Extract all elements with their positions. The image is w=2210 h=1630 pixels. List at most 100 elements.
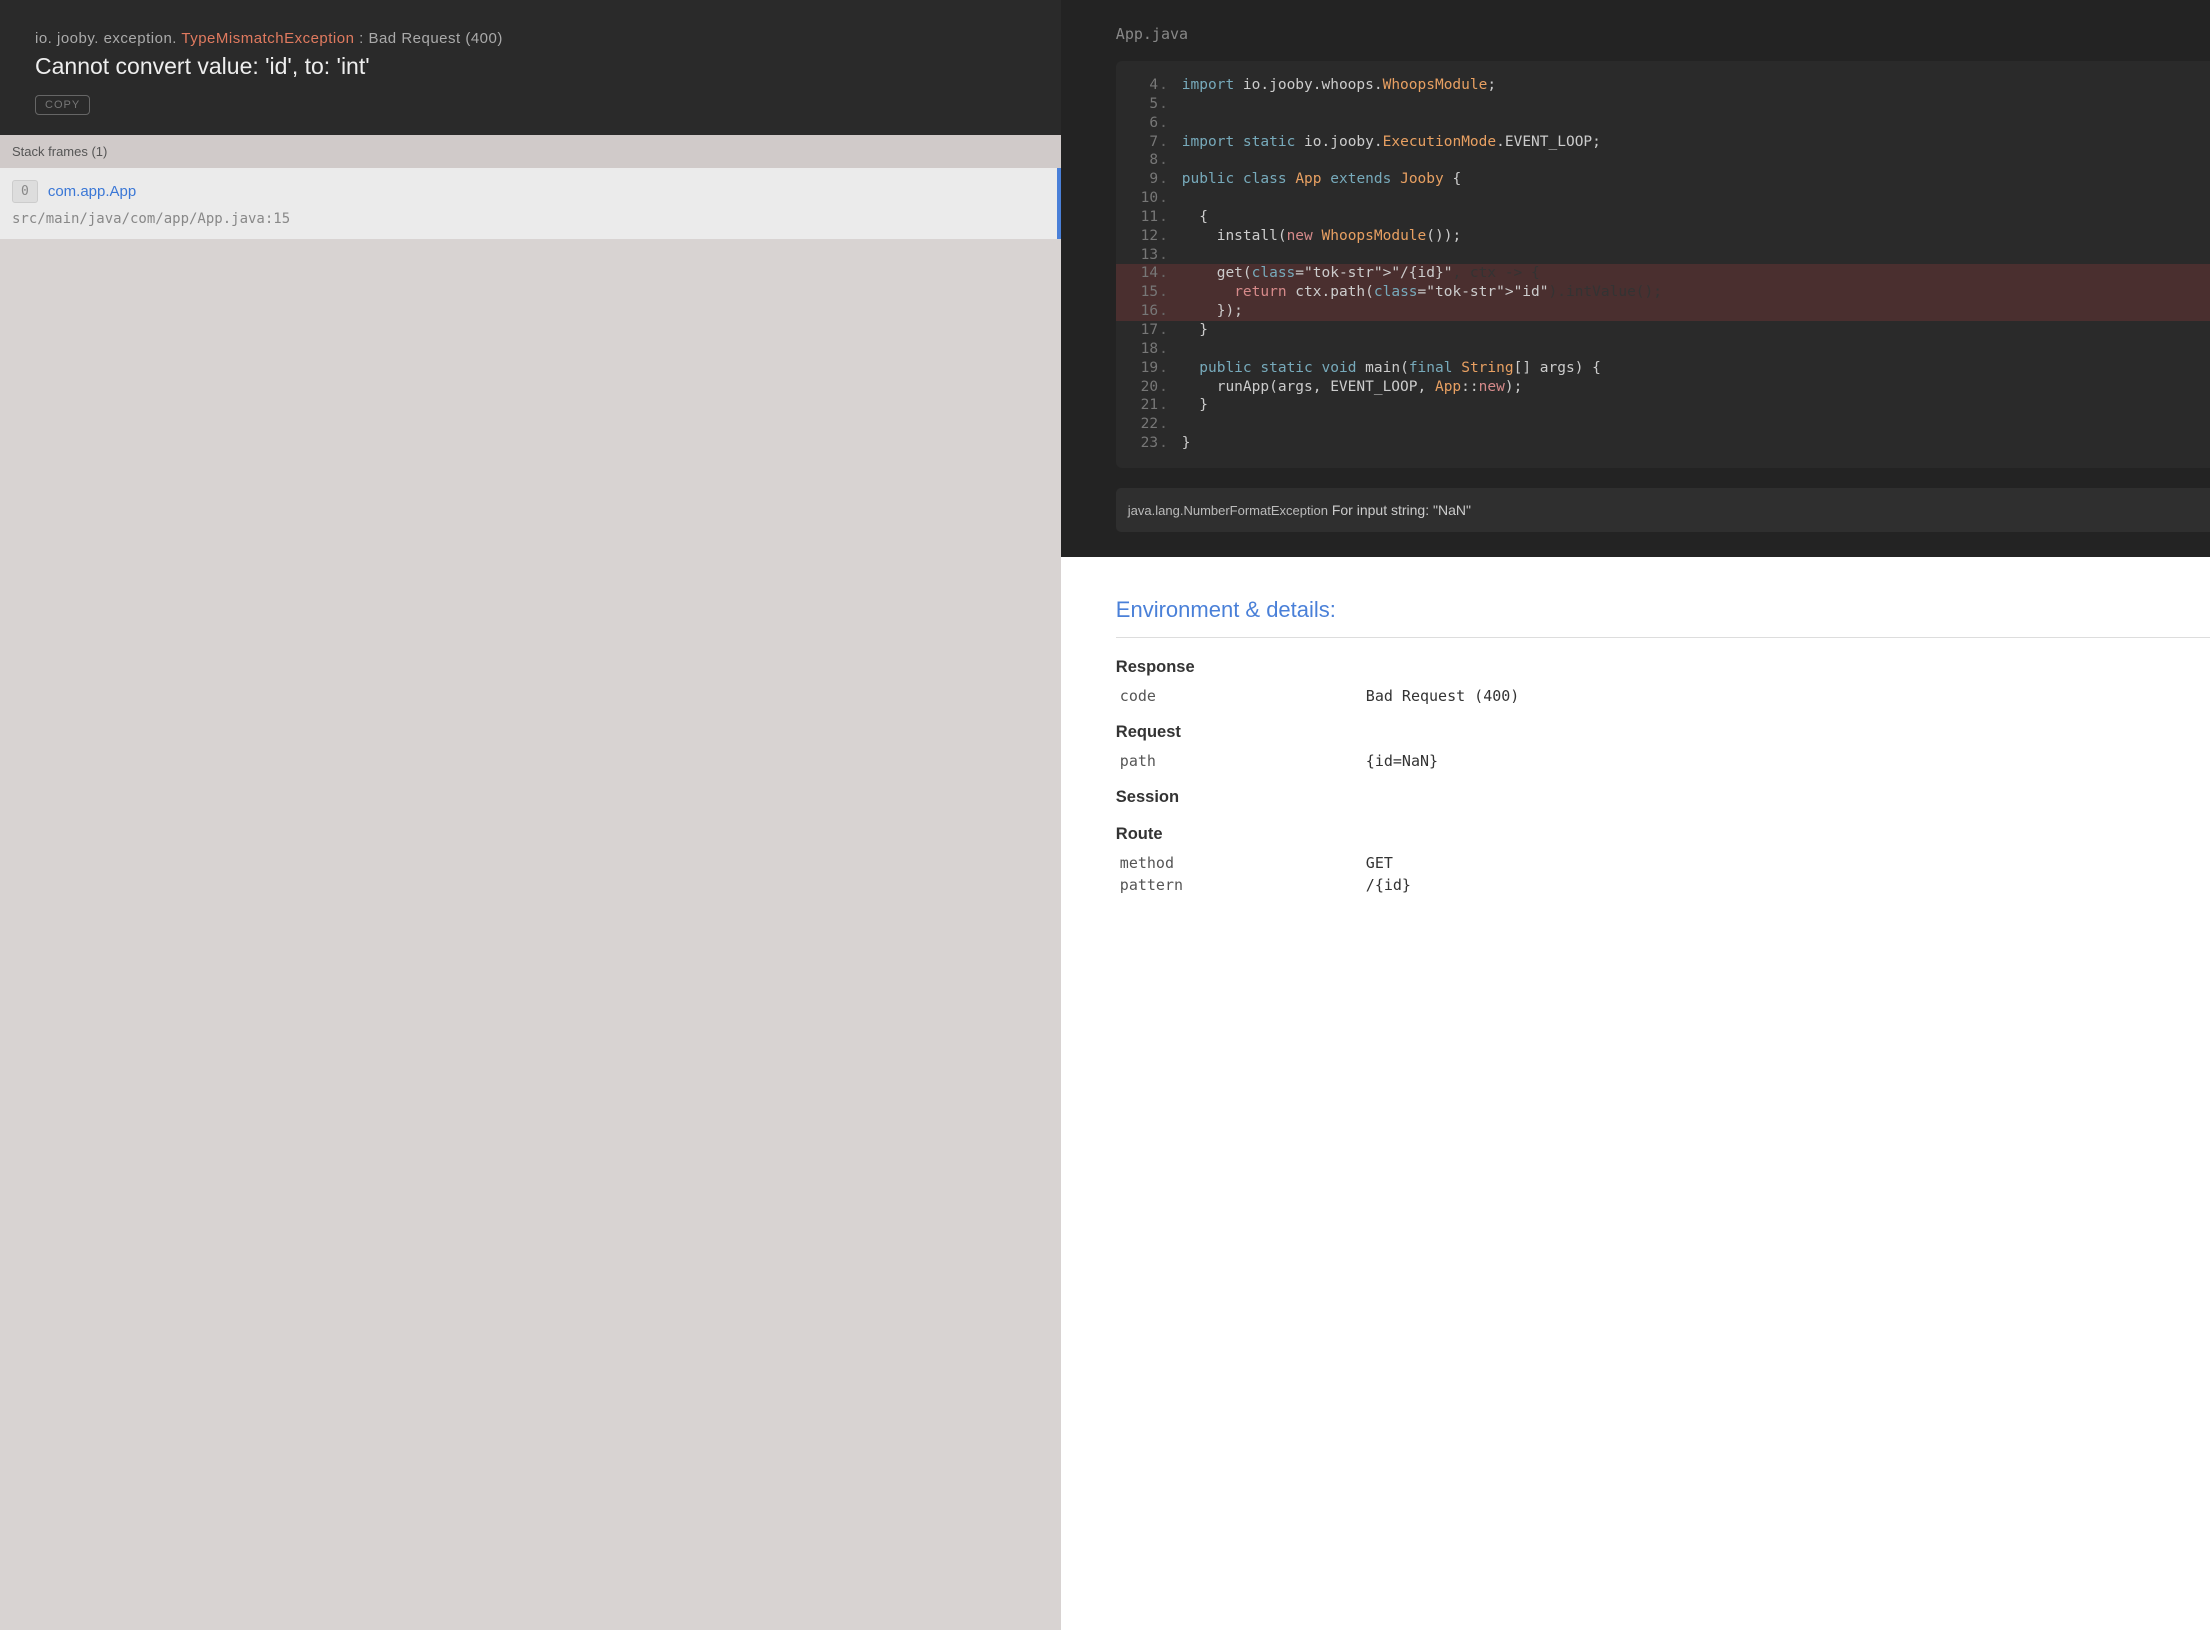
exception-package: io. jooby. exception.: [35, 30, 181, 47]
detail-row: methodGET: [1116, 854, 2210, 872]
frame-index: 0: [12, 180, 38, 203]
line-number: 6: [1116, 114, 1172, 133]
detail-value: /{id}: [1366, 876, 1411, 894]
frame-class: com.app.App: [48, 183, 136, 200]
exception-status: : Bad Request (400): [354, 30, 502, 47]
line-number: 15: [1116, 283, 1172, 302]
code-line: 15 return ctx.path(class="tok-str">"id")…: [1116, 283, 2210, 302]
detail-key: code: [1116, 687, 1366, 705]
code-content: [1172, 415, 1182, 434]
line-number: 17: [1116, 321, 1172, 340]
code-line: 18: [1116, 340, 2210, 359]
code-content: get(class="tok-str">"/{id}": [1172, 264, 1453, 283]
code-line: 21 }: [1116, 396, 2210, 415]
code-line: 8: [1116, 151, 2210, 170]
section-label: Request: [1116, 723, 2210, 742]
detail-key: pattern: [1116, 876, 1366, 894]
line-number: 9: [1116, 170, 1172, 189]
cause-class: java.lang.NumberFormatException: [1128, 503, 1328, 518]
code-line: 13: [1116, 246, 2210, 265]
code-line: 5: [1116, 95, 2210, 114]
code-content: public class App extends Jooby {: [1172, 170, 1461, 189]
line-number: 13: [1116, 246, 1172, 265]
cause-box: java.lang.NumberFormatException For inpu…: [1116, 488, 2210, 532]
code-line: 9public class App extends Jooby {: [1116, 170, 2210, 189]
details-title: Environment & details:: [1116, 597, 2210, 623]
code-content: }: [1172, 396, 1208, 415]
frames-header: Stack frames (1): [0, 135, 1061, 168]
line-number: 8: [1116, 151, 1172, 170]
line-number: 4: [1116, 76, 1172, 95]
stack-frame[interactable]: 0 com.app.App src/main/java/com/app/App.ja…: [0, 168, 1061, 239]
detail-row: codeBad Request (400): [1116, 687, 2210, 705]
exception-header: io. jooby. exception. TypeMismatchExcept…: [0, 0, 1061, 135]
code-content: public static void main(final String[] a…: [1172, 359, 1601, 378]
code-line: 10: [1116, 189, 2210, 208]
line-number: 21: [1116, 396, 1172, 415]
detail-value: Bad Request (400): [1366, 687, 1520, 705]
line-number: 18: [1116, 340, 1172, 359]
code-content: import io.jooby.whoops.WhoopsModule;: [1172, 76, 1496, 95]
code-line: 20 runApp(args, EVENT_LOOP, App::new);: [1116, 378, 2210, 397]
details-divider: [1116, 637, 2210, 638]
line-number: 23: [1116, 434, 1172, 453]
copy-button[interactable]: COPY: [35, 95, 90, 115]
line-number: 7: [1116, 133, 1172, 152]
code-line: 4import io.jooby.whoops.WhoopsModule;: [1116, 76, 2210, 95]
detail-value: {id=NaN}: [1366, 752, 1438, 770]
left-panel: io. jooby. exception. TypeMismatchExcept…: [0, 0, 1061, 1630]
cause-message: For input string: "NaN": [1328, 502, 1471, 518]
detail-value: GET: [1366, 854, 1393, 872]
code-line: 17 }: [1116, 321, 2210, 340]
line-number: 20: [1116, 378, 1172, 397]
detail-row: pattern/{id}: [1116, 876, 2210, 894]
details-area: Environment & details: Response codeBad R…: [1061, 557, 2210, 1630]
code-content: [1172, 246, 1182, 265]
code-content: });: [1172, 302, 1243, 321]
line-number: 14: [1116, 264, 1172, 283]
section-label: Response: [1116, 658, 2210, 677]
code-content: install(new WhoopsModule());: [1172, 227, 1461, 246]
code-content: [1172, 95, 1182, 114]
right-panel: App.java 4import io.jooby.whoops.WhoopsM…: [1061, 0, 2210, 1630]
line-number: 10: [1116, 189, 1172, 208]
code-line: 19 public static void main(final String[…: [1116, 359, 2210, 378]
detail-key: method: [1116, 854, 1366, 872]
code-area: App.java 4import io.jooby.whoops.WhoopsM…: [1061, 0, 2210, 557]
code-content: }: [1172, 321, 1208, 340]
section-label: Session: [1116, 788, 2210, 807]
frames-list: 0 com.app.App src/main/java/com/app/App.ja…: [0, 168, 1061, 239]
source-file: App.java: [1116, 25, 2210, 43]
code-line: 6: [1116, 114, 2210, 133]
exception-name: TypeMismatchException: [181, 30, 354, 47]
line-number: 12: [1116, 227, 1172, 246]
line-number: 22: [1116, 415, 1172, 434]
code-line: 7import static io.jooby.ExecutionMode.EV…: [1116, 133, 2210, 152]
code-line: 23}: [1116, 434, 2210, 453]
detail-key: path: [1116, 752, 1366, 770]
code-content: return ctx.path(class="tok-str">"id": [1172, 283, 1549, 302]
code-line: 22: [1116, 415, 2210, 434]
code-line: 11 {: [1116, 208, 2210, 227]
code-content: [1172, 114, 1182, 133]
code-content: }: [1172, 434, 1191, 453]
code-content: [1172, 151, 1182, 170]
detail-row: path{id=NaN}: [1116, 752, 2210, 770]
code-line: 12 install(new WhoopsModule());: [1116, 227, 2210, 246]
code-line: 14 get(class="tok-str">"/{id}", ctx -> {: [1116, 264, 2210, 283]
exception-line: io. jooby. exception. TypeMismatchExcept…: [35, 30, 1026, 47]
exception-message: Cannot convert value: 'id', to: 'int': [35, 53, 1026, 80]
code-content: runApp(args, EVENT_LOOP, App::new);: [1172, 378, 1523, 397]
code-block: 4import io.jooby.whoops.WhoopsModule;567…: [1116, 61, 2210, 468]
code-content: [1172, 340, 1182, 359]
frame-path: src/main/java/com/app/App.java:15: [12, 211, 1045, 227]
code-line: 16 });: [1116, 302, 2210, 321]
line-number: 5: [1116, 95, 1172, 114]
line-number: 19: [1116, 359, 1172, 378]
section-label: Route: [1116, 825, 2210, 844]
code-content: [1172, 189, 1182, 208]
code-content: {: [1172, 208, 1208, 227]
code-content: import static io.jooby.ExecutionMode.EVE…: [1172, 133, 1601, 152]
line-number: 16: [1116, 302, 1172, 321]
line-number: 11: [1116, 208, 1172, 227]
